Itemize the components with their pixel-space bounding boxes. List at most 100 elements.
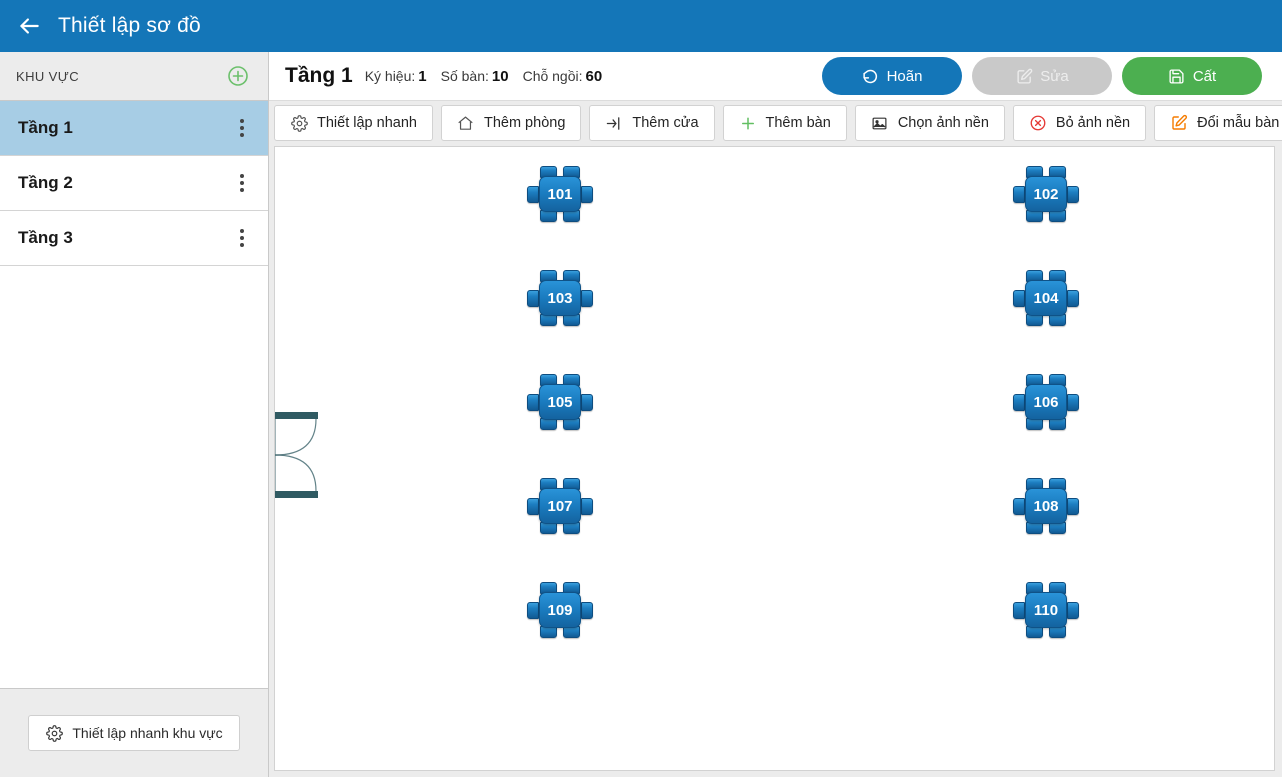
table-body: 108	[1025, 488, 1067, 524]
quick-setup-button[interactable]: Thiết lập nhanh	[274, 105, 433, 141]
table-body: 107	[539, 488, 581, 524]
remove-background-label: Bỏ ảnh nền	[1055, 115, 1131, 131]
chair	[1067, 498, 1079, 515]
zone-label: Tầng 2	[18, 173, 73, 192]
chair	[581, 602, 593, 619]
sidebar-header-label: KHU VỰC	[16, 68, 80, 84]
add-table-button[interactable]: Thêm bàn	[722, 105, 847, 141]
pencil-square-icon	[1170, 114, 1188, 132]
table-number: 108	[1033, 497, 1059, 515]
chair	[581, 290, 593, 307]
zone-menu-icon[interactable]	[234, 115, 250, 141]
table-number: 107	[547, 497, 573, 515]
add-zone-plus-icon[interactable]	[226, 64, 250, 88]
stat-so-ban: Số bàn: 10	[441, 68, 509, 85]
gear-icon	[290, 114, 308, 132]
add-door-label: Thêm cửa	[632, 115, 699, 131]
screen-root: Thiết lập sơ đồ KHU VỰC Tầng 1 Tầng 2 Tầ…	[0, 0, 1282, 777]
door-enter-icon	[605, 114, 623, 132]
table-element[interactable]: 105	[525, 374, 595, 430]
sidebar-item-tang-1[interactable]: Tầng 1	[0, 101, 268, 156]
stat-ky-hieu: Ký hiệu: 1	[365, 68, 427, 85]
chair	[527, 498, 539, 515]
add-room-button[interactable]: Thêm phòng	[440, 105, 582, 141]
chair	[1013, 290, 1025, 307]
undo-icon	[862, 67, 880, 85]
sidebar-item-tang-3[interactable]: Tầng 3	[0, 211, 268, 266]
table-number: 102	[1033, 185, 1059, 203]
table-body: 103	[539, 280, 581, 316]
chair	[1067, 290, 1079, 307]
title-bar: Thiết lập sơ đồ	[0, 0, 1282, 52]
cancel-button-label: Hoãn	[886, 67, 923, 85]
add-table-label: Thêm bàn	[765, 115, 831, 131]
table-body: 105	[539, 384, 581, 420]
sidebar: KHU VỰC Tầng 1 Tầng 2 Tầng 3 Thiết lập n…	[0, 52, 269, 777]
editor-toolbar: Thiết lập nhanh Thêm phòng Thêm cửa Thêm…	[269, 101, 1282, 146]
change-table-template-button[interactable]: Đổi mẫu bàn	[1154, 105, 1282, 141]
save-button[interactable]: Cất	[1122, 57, 1262, 95]
plus-icon	[739, 114, 757, 132]
table-element[interactable]: 101	[525, 166, 595, 222]
chair	[581, 186, 593, 203]
stat-value: 60	[585, 67, 603, 85]
zone-label: Tầng 1	[18, 118, 73, 137]
add-door-button[interactable]: Thêm cửa	[589, 105, 715, 141]
sidebar-item-tang-2[interactable]: Tầng 2	[0, 156, 268, 211]
table-body: 106	[1025, 384, 1067, 420]
table-body: 109	[539, 592, 581, 628]
main-panel: Tầng 1 Ký hiệu: 1 Số bàn: 10 Chỗ ngồi: 60 H…	[269, 52, 1282, 777]
remove-circle-icon	[1029, 114, 1047, 132]
stat-label: Số bàn:	[440, 67, 489, 84]
chair	[527, 394, 539, 411]
table-body: 102	[1025, 176, 1067, 212]
zone-menu-icon[interactable]	[234, 170, 250, 196]
table-number: 103	[547, 289, 573, 307]
edit-button-label: Sửa	[1040, 67, 1069, 85]
floor-name: Tầng 1	[285, 64, 353, 87]
zone-list: Tầng 1 Tầng 2 Tầng 3	[0, 100, 268, 689]
floor-plan-canvas[interactable]: 101 102 103 104 105 106 107 108 109 110	[274, 146, 1275, 771]
remove-background-button[interactable]: Bỏ ảnh nền	[1012, 105, 1147, 141]
door-element[interactable]	[275, 412, 318, 498]
table-body: 110	[1025, 592, 1067, 628]
stat-label: Ký hiệu:	[364, 67, 416, 84]
table-number: 110	[1033, 601, 1059, 619]
stat-label: Chỗ ngồi:	[522, 67, 583, 84]
cancel-button[interactable]: Hoãn	[822, 57, 962, 95]
table-number: 104	[1033, 289, 1059, 307]
chair	[1067, 394, 1079, 411]
zone-menu-icon[interactable]	[234, 225, 250, 251]
table-element[interactable]: 109	[525, 582, 595, 638]
image-icon	[871, 114, 889, 132]
edit-icon	[1015, 67, 1033, 85]
chair	[581, 498, 593, 515]
chair	[527, 602, 539, 619]
quick-setup-zone-button[interactable]: Thiết lập nhanh khu vực	[28, 715, 240, 751]
edit-button[interactable]: Sửa	[972, 57, 1112, 95]
chair	[1067, 186, 1079, 203]
chair	[527, 186, 539, 203]
stat-cho-ngoi: Chỗ ngồi: 60	[523, 68, 603, 85]
choose-background-label: Chọn ảnh nền	[897, 115, 989, 131]
add-room-label: Thêm phòng	[483, 115, 566, 131]
table-number: 101	[547, 185, 573, 203]
table-element[interactable]: 103	[525, 270, 595, 326]
back-arrow-icon[interactable]	[14, 11, 44, 41]
chair	[1013, 186, 1025, 203]
choose-background-button[interactable]: Chọn ảnh nền	[854, 105, 1005, 141]
table-element[interactable]: 107	[525, 478, 595, 534]
chair	[1013, 498, 1025, 515]
change-table-template-label: Đổi mẫu bàn	[1197, 115, 1280, 131]
stat-value: 1	[418, 67, 427, 85]
table-body: 104	[1025, 280, 1067, 316]
chair	[527, 290, 539, 307]
table-element[interactable]: 102	[1011, 166, 1081, 222]
table-element[interactable]: 104	[1011, 270, 1081, 326]
table-element[interactable]: 110	[1011, 582, 1081, 638]
table-element[interactable]: 106	[1011, 374, 1081, 430]
save-button-label: Cất	[1192, 67, 1217, 85]
chair	[581, 394, 593, 411]
sidebar-footer: Thiết lập nhanh khu vực	[0, 689, 268, 777]
table-element[interactable]: 108	[1011, 478, 1081, 534]
